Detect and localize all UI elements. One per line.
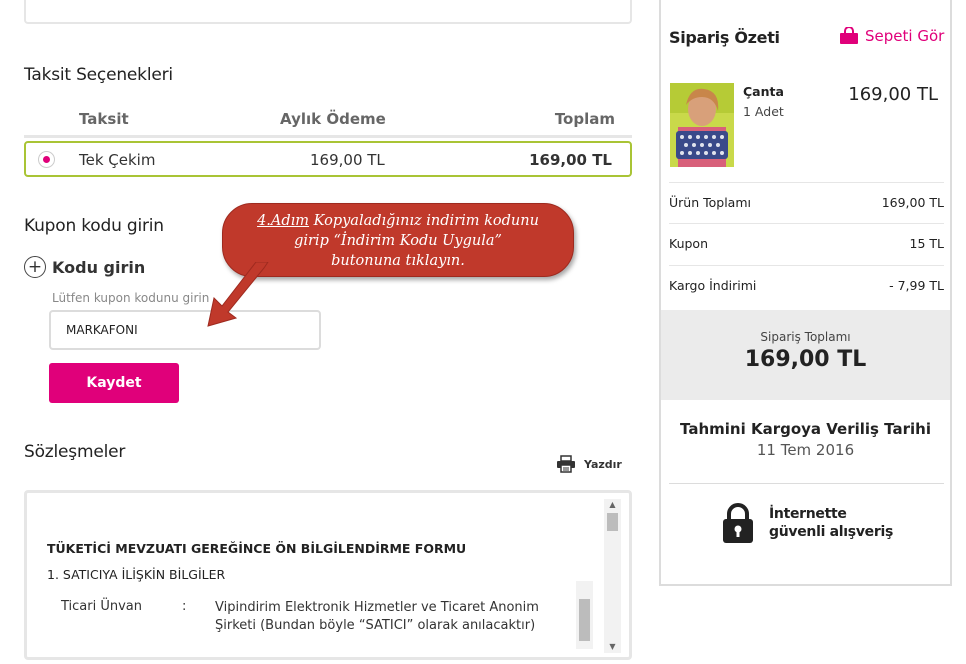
scroll-up-arrow[interactable]: ▲ (604, 499, 621, 511)
installment-name: Tek Çekim (79, 151, 156, 169)
line-label: Kargo İndirimi (669, 278, 757, 293)
contract-field-key: Ticari Ünvan (61, 599, 143, 614)
header-monthly: Aylık Ödeme (280, 110, 386, 128)
header-total: Toplam (554, 110, 615, 128)
product-price: 169,00 TL (848, 84, 938, 105)
secure-shopping-badge: İnternette güvenli alışveriş (721, 503, 893, 543)
summary-line-shipping-discount: Kargo İndirimi - 7,99 TL (669, 266, 944, 308)
outer-scroll-thumb[interactable] (607, 513, 618, 531)
product-image[interactable] (670, 83, 734, 167)
add-coupon-link[interactable]: + Kodu girin (24, 256, 145, 278)
line-label: Kupon (669, 236, 709, 251)
add-coupon-label: Kodu girin (52, 257, 146, 277)
contracts-title: Sözleşmeler (24, 442, 126, 462)
summary-title: Sipariş Özeti (669, 28, 780, 47)
line-value: 169,00 TL (881, 195, 944, 210)
contract-text-box[interactable]: TÜKETİCİ MEVZUATI GEREĞİNCE ÖN BİLGİLEND… (24, 490, 632, 660)
callout-line2: girip “İndirim Kodu Uygula” (294, 233, 502, 249)
summary-line-coupon: Kupon 15 TL (669, 224, 944, 266)
printer-icon (557, 455, 575, 473)
product-name[interactable]: Çanta (743, 84, 784, 99)
callout-line1: Kopyaladığınız indirim kodunu (313, 213, 539, 229)
coupon-input[interactable] (49, 310, 321, 350)
inner-scrollbar[interactable] (576, 581, 593, 649)
plus-circle-icon[interactable]: + (24, 256, 46, 278)
total-value: 169,00 TL (744, 347, 867, 372)
print-label: Yazdır (584, 457, 622, 471)
order-summary-panel: Sipariş Özeti Sepeti Gör Çanta 1 Adet 16… (659, 0, 952, 586)
see-cart-link[interactable]: Sepeti Gör (839, 27, 944, 45)
installment-total: 169,00 TL (529, 151, 612, 169)
callout-step: 4.Adım (257, 213, 310, 229)
shopping-bag-icon (840, 27, 858, 44)
see-cart-label: Sepeti Gör (865, 27, 945, 45)
secure-line2: güvenli alışveriş (769, 524, 893, 540)
order-total-box: Sipariş Toplamı 169,00 TL (661, 310, 950, 400)
summary-line-subtotal: Ürün Toplamı 169,00 TL (669, 182, 944, 224)
contract-field-colon: : (182, 599, 187, 614)
line-value: - 7,99 TL (889, 278, 944, 293)
installments-table-header: Taksit Aylık Ödeme Toplam (24, 110, 632, 138)
print-link[interactable]: Yazdır (556, 455, 622, 473)
save-coupon-button[interactable]: Kaydet (49, 363, 179, 403)
inner-scroll-thumb[interactable] (579, 599, 590, 641)
coupon-title: Kupon kodu girin (24, 216, 164, 236)
installment-radio[interactable] (38, 151, 55, 168)
line-label: Ürün Toplamı (669, 195, 751, 210)
contract-doc-title: TÜKETİCİ MEVZUATI GEREĞİNCE ÖN BİLGİLEND… (47, 541, 467, 556)
lock-icon (723, 503, 753, 543)
secure-line1: İnternette (769, 506, 847, 522)
coupon-input-label: Lütfen kupon kodunu girin (52, 291, 210, 305)
scroll-down-arrow[interactable]: ▼ (604, 641, 621, 653)
arrow-pointer (207, 262, 269, 327)
outer-scrollbar[interactable]: ▲ ▼ (604, 499, 621, 653)
shipping-date-title: Tahmini Kargoya Veriliş Tarihi (680, 420, 931, 438)
previous-section-box (24, 0, 632, 24)
product-qty: 1 Adet (743, 104, 784, 119)
installment-monthly: 169,00 TL (310, 151, 385, 169)
line-value: 15 TL (909, 236, 944, 251)
total-label: Sipariş Toplamı (760, 330, 851, 344)
installments-title: Taksit Seçenekleri (24, 65, 173, 85)
shipping-date-value: 11 Tem 2016 (756, 441, 855, 459)
contract-field-value: Vipindirim Elektronik Hizmetler ve Ticar… (215, 600, 539, 633)
divider (669, 483, 944, 484)
header-taksit: Taksit (79, 110, 129, 128)
installment-option-row[interactable]: Tek Çekim 169,00 TL 169,00 TL (24, 141, 632, 177)
contract-section-title: 1. SATICIYA İLİŞKİN BİLGİLER (47, 567, 226, 582)
